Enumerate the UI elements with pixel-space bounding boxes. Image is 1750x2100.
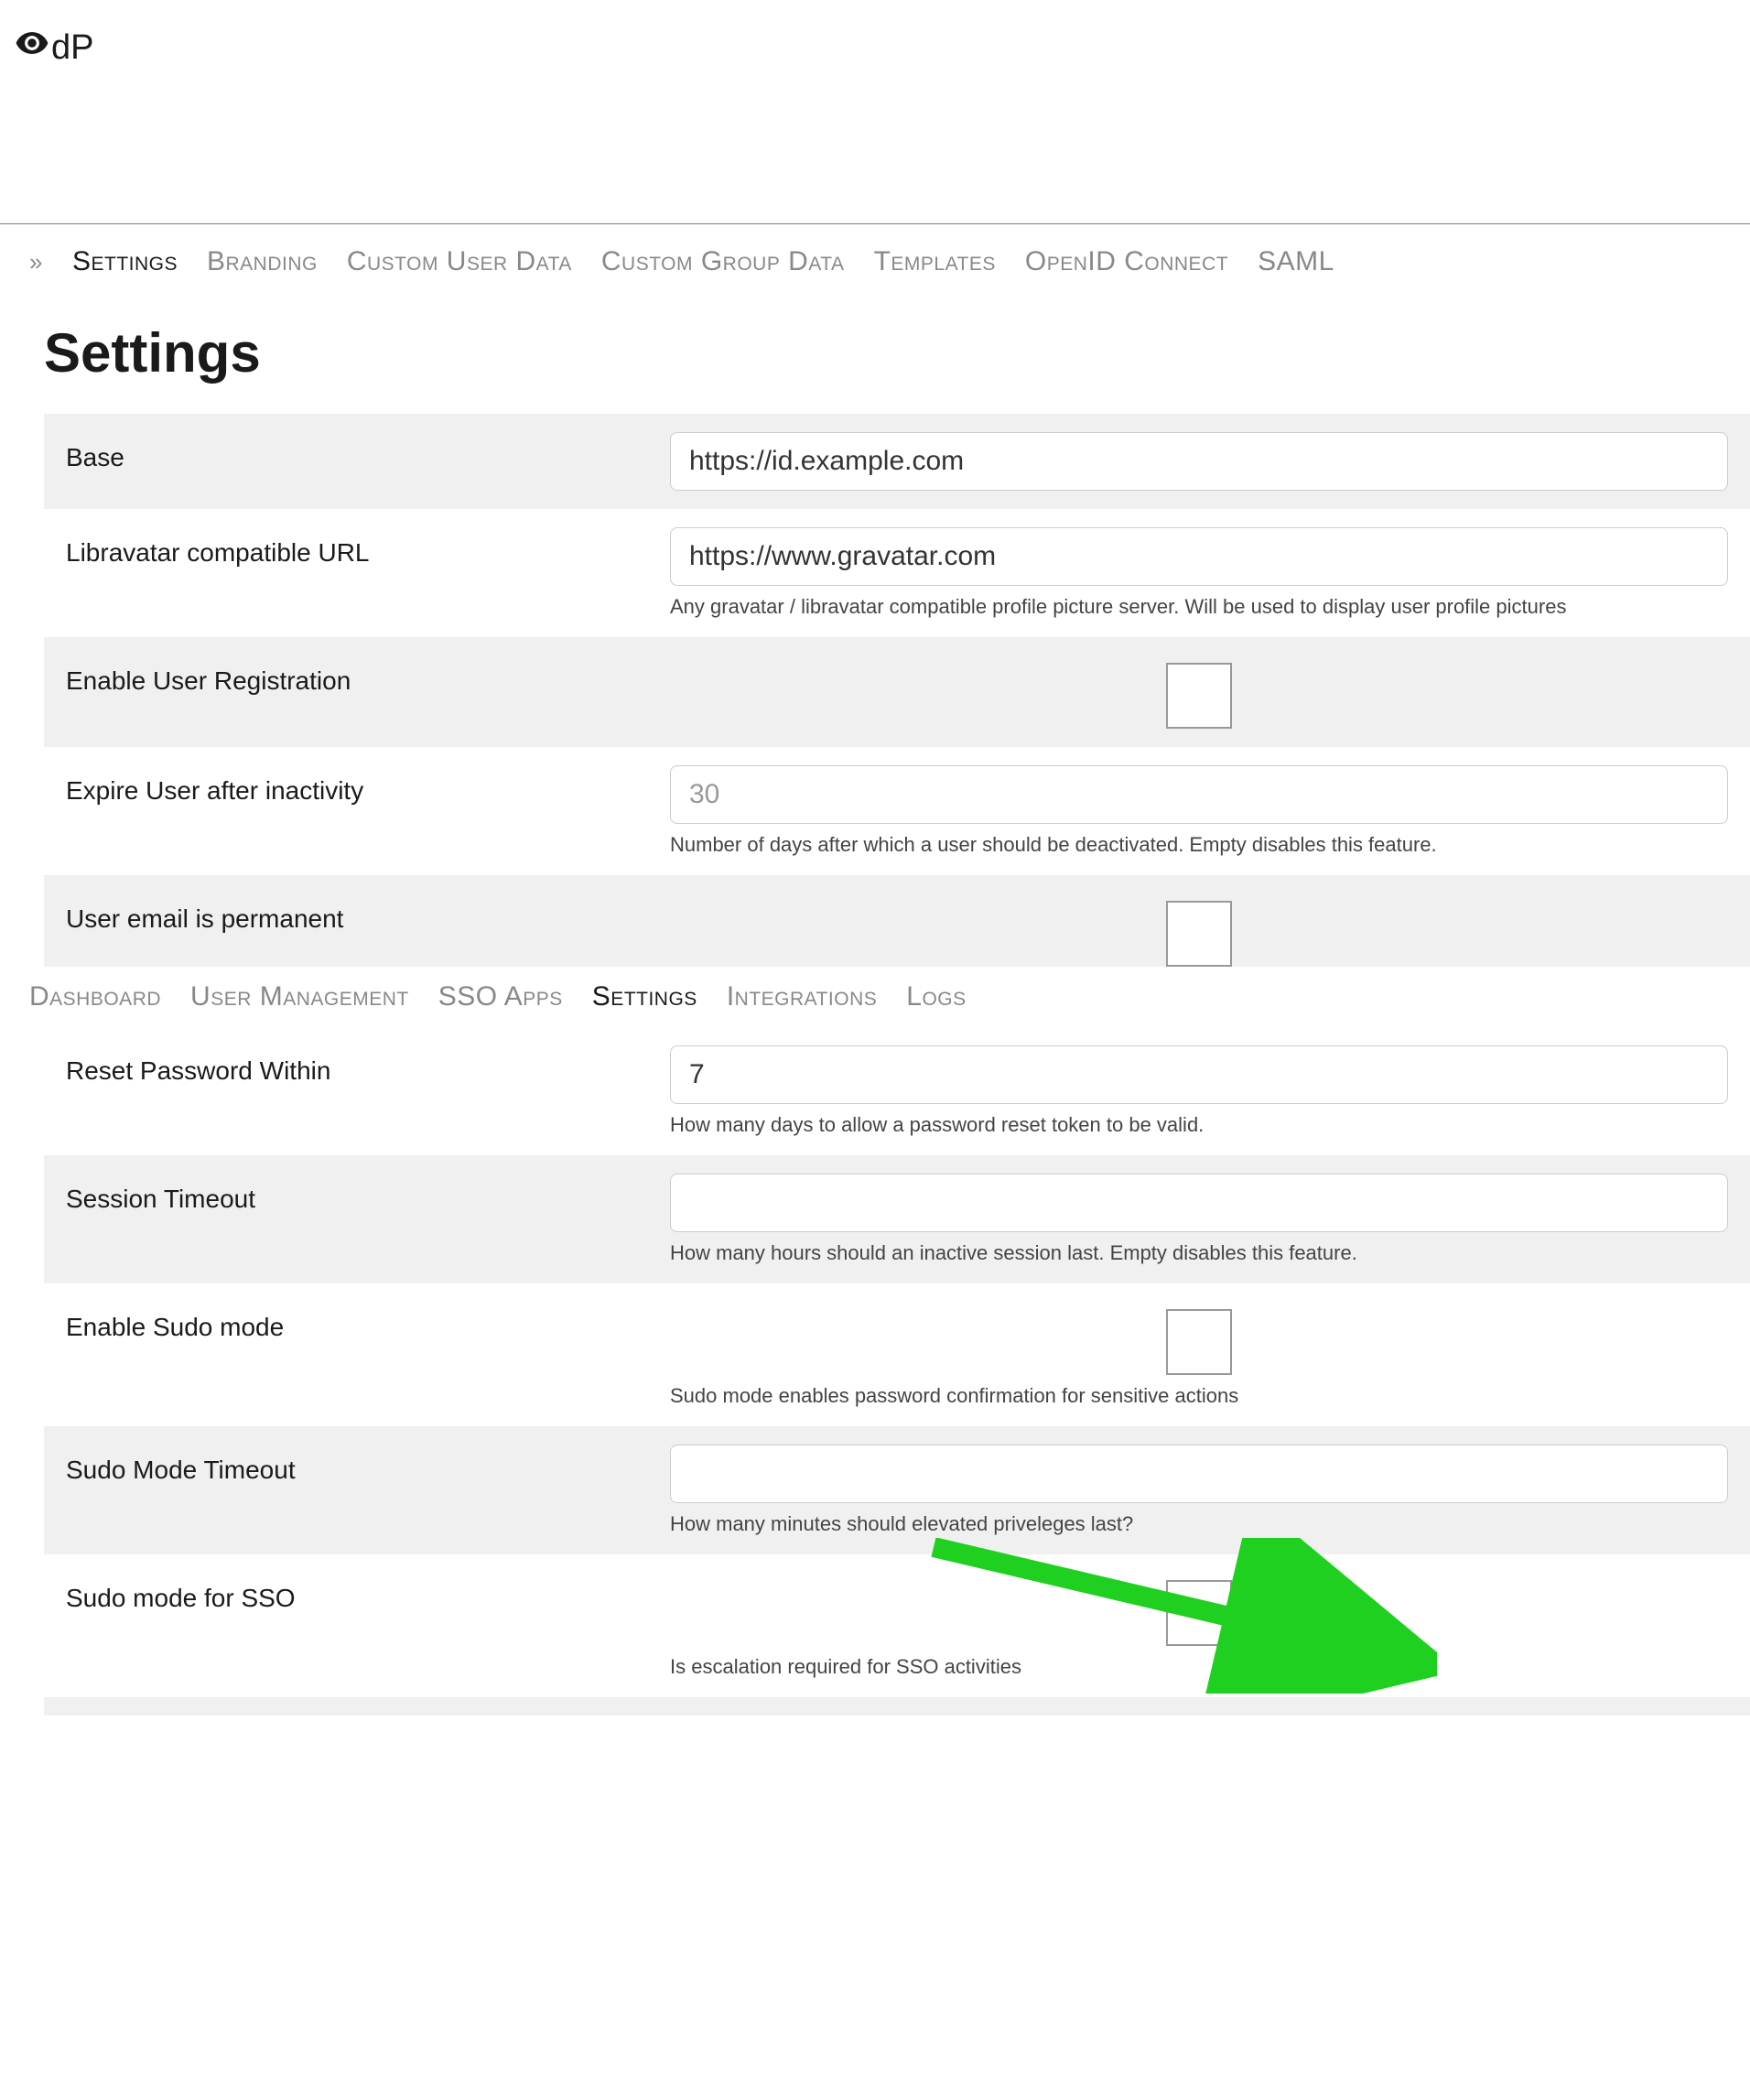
setting-row-base: Base: [44, 414, 1750, 509]
sudo-sso-label: Sudo mode for SSO: [66, 1573, 670, 1613]
logo-text: dP: [51, 28, 93, 68]
email-permanent-label: User email is permanent: [66, 893, 670, 934]
eye-icon: [15, 26, 49, 70]
page-title: Settings: [0, 299, 1750, 414]
enable-registration-checkbox[interactable]: [1166, 663, 1232, 729]
tab-custom-group-data[interactable]: Custom Group Data: [601, 246, 845, 277]
enable-sudo-checkbox[interactable]: [1166, 1309, 1232, 1375]
enable-sudo-label: Enable Sudo mode: [66, 1302, 670, 1342]
nav-dashboard[interactable]: Dashboard: [29, 981, 161, 1012]
sudo-timeout-help: How many minutes should elevated privele…: [670, 1512, 1728, 1536]
base-label: Base: [66, 432, 670, 472]
enable-registration-label: Enable User Registration: [66, 655, 670, 696]
libravatar-help: Any gravatar / libravatar compatible pro…: [670, 595, 1728, 619]
libravatar-input[interactable]: [670, 527, 1728, 586]
nav-integrations[interactable]: Integrations: [727, 981, 877, 1012]
tab-settings[interactable]: Settings: [72, 246, 178, 277]
settings-form-2: Reset Password Within How many days to a…: [44, 1027, 1750, 1716]
setting-row-reset-password: Reset Password Within How many days to a…: [44, 1027, 1750, 1155]
setting-row-trailing: [44, 1697, 1750, 1716]
email-permanent-checkbox[interactable]: [1166, 901, 1232, 967]
setting-row-session-timeout: Session Timeout How many hours should an…: [44, 1155, 1750, 1283]
setting-row-libravatar: Libravatar compatible URL Any gravatar /…: [44, 509, 1750, 637]
sudo-sso-checkbox[interactable]: [1166, 1580, 1232, 1646]
tab-saml[interactable]: SAML: [1258, 246, 1334, 277]
setting-row-enable-sudo: Enable Sudo mode Sudo mode enables passw…: [44, 1283, 1750, 1426]
enable-sudo-help: Sudo mode enables password confirmation …: [670, 1384, 1728, 1408]
session-timeout-help: How many hours should an inactive sessio…: [670, 1241, 1728, 1265]
setting-row-expire-user: Expire User after inactivity Number of d…: [44, 747, 1750, 875]
sudo-timeout-label: Sudo Mode Timeout: [66, 1445, 670, 1485]
base-input[interactable]: [670, 432, 1728, 491]
session-timeout-input[interactable]: [670, 1174, 1728, 1232]
expire-user-input[interactable]: [670, 765, 1728, 824]
nav-sso-apps[interactable]: SSO Apps: [438, 981, 563, 1012]
tab-branding[interactable]: Branding: [207, 246, 318, 277]
settings-tabbar: » Settings Branding Custom User Data Cus…: [0, 224, 1750, 299]
tab-templates[interactable]: Templates: [874, 246, 996, 277]
header: dP: [0, 0, 1750, 224]
setting-row-email-permanent: User email is permanent: [44, 875, 1750, 967]
reset-password-help: How many days to allow a password reset …: [670, 1113, 1728, 1137]
settings-form: Base Libravatar compatible URL Any grava…: [44, 414, 1750, 967]
nav-user-management[interactable]: User Management: [190, 981, 409, 1012]
app-logo: dP: [15, 26, 1735, 70]
sudo-timeout-input[interactable]: [670, 1445, 1728, 1503]
main-nav-tabbar: Dashboard User Management SSO Apps Setti…: [0, 967, 1750, 1027]
expire-user-help: Number of days after which a user should…: [670, 833, 1728, 857]
nav-logs[interactable]: Logs: [906, 981, 966, 1012]
reset-password-label: Reset Password Within: [66, 1045, 670, 1086]
sudo-sso-help: Is escalation required for SSO activitie…: [670, 1655, 1728, 1679]
tab-custom-user-data[interactable]: Custom User Data: [347, 246, 572, 277]
tab-openid-connect[interactable]: OpenID Connect: [1025, 246, 1228, 277]
chevron-right-icon[interactable]: »: [29, 248, 43, 276]
setting-row-sudo-timeout: Sudo Mode Timeout How many minutes shoul…: [44, 1426, 1750, 1554]
expire-user-label: Expire User after inactivity: [66, 765, 670, 806]
reset-password-input[interactable]: [670, 1045, 1728, 1104]
session-timeout-label: Session Timeout: [66, 1174, 670, 1214]
nav-settings[interactable]: Settings: [592, 981, 697, 1012]
setting-row-sudo-sso: Sudo mode for SSO Is escalation required…: [44, 1554, 1750, 1697]
setting-row-enable-registration: Enable User Registration: [44, 637, 1750, 747]
libravatar-label: Libravatar compatible URL: [66, 527, 670, 568]
